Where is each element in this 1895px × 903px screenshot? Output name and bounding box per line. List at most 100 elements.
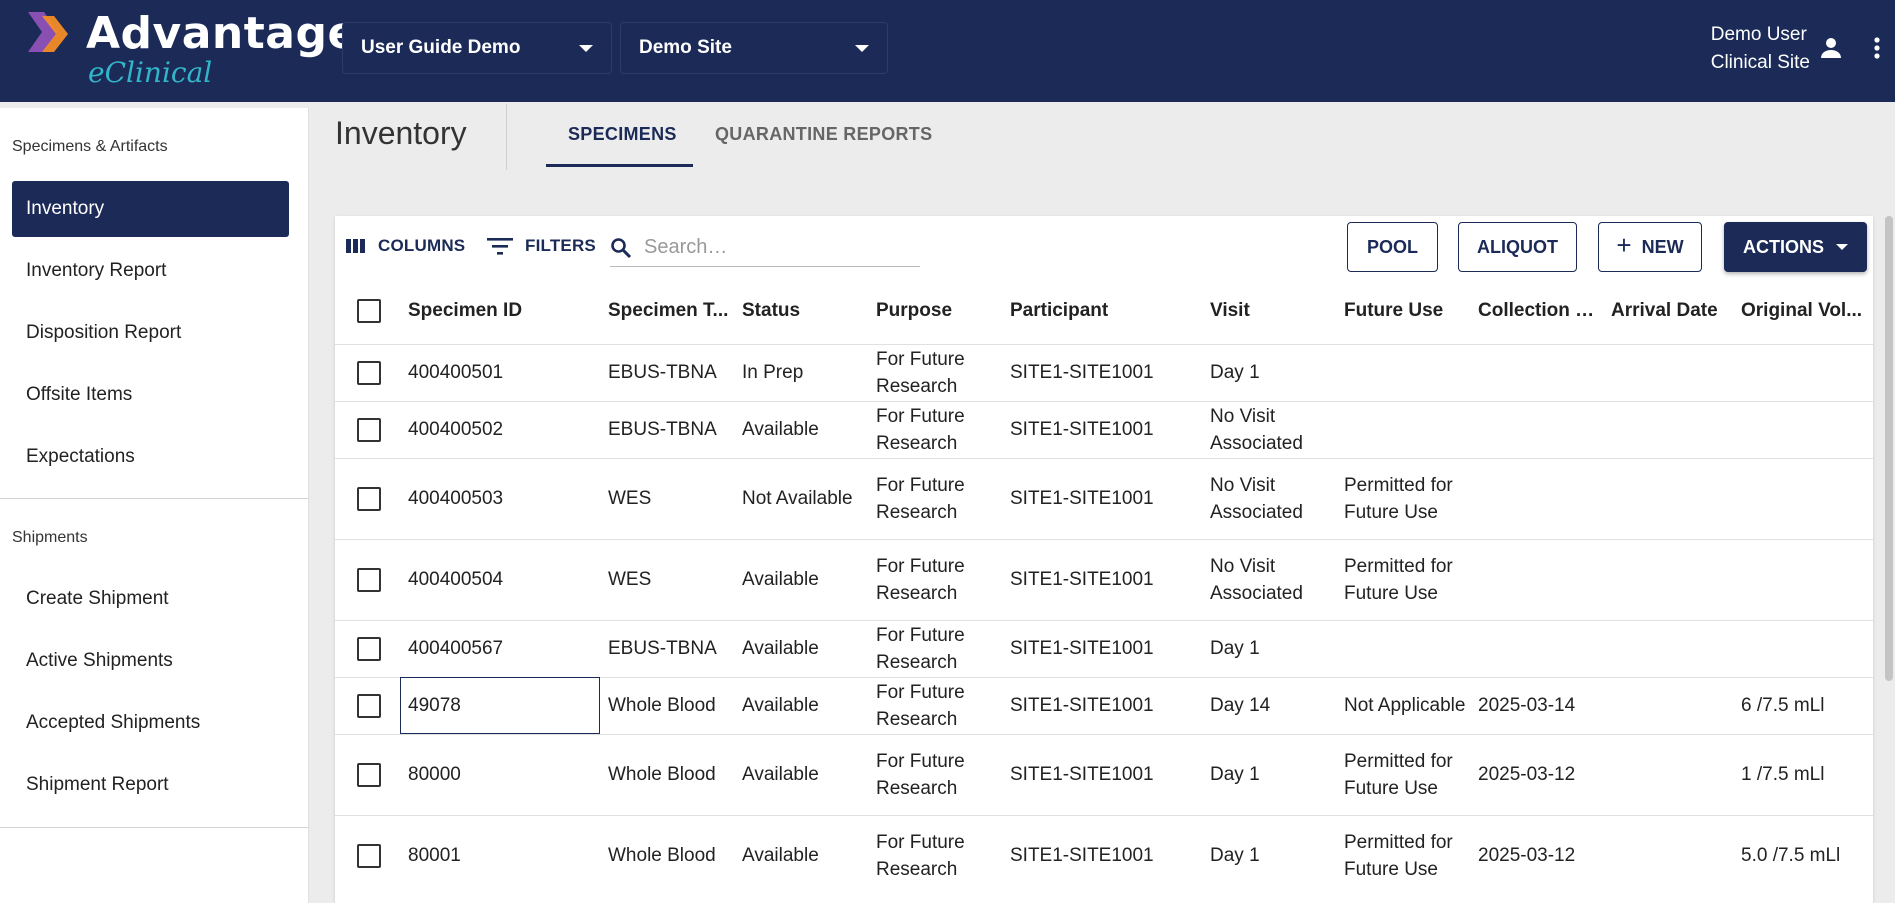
cell-specimen-id[interactable]: 80001 bbox=[400, 815, 600, 896]
sidebar-item-disposition-report[interactable]: Disposition Report bbox=[12, 305, 289, 361]
cell-status[interactable]: Available bbox=[734, 815, 868, 896]
cell-original-volume[interactable] bbox=[1733, 458, 1873, 539]
cell-specimen-type[interactable]: EBUS-TBNA bbox=[600, 401, 734, 458]
table-row[interactable]: 400400501 EBUS-TBNA In Prep For Future Rese… bbox=[335, 344, 1873, 401]
cell-collection-date[interactable] bbox=[1470, 458, 1603, 539]
kebab-menu-icon[interactable] bbox=[1873, 36, 1881, 60]
cell-arrival-date[interactable] bbox=[1603, 458, 1733, 539]
cell-specimen-id[interactable]: 400400502 bbox=[400, 401, 600, 458]
app-logo[interactable]: Advantage eClinical bbox=[28, 8, 357, 90]
cell-specimen-id[interactable]: 80000 bbox=[400, 734, 600, 815]
cell-participant[interactable]: SITE1-SITE1001 bbox=[1002, 344, 1202, 401]
cell-future-use[interactable]: Permitted for Future Use bbox=[1336, 815, 1470, 896]
search-field[interactable] bbox=[610, 229, 920, 267]
cell-arrival-date[interactable] bbox=[1603, 539, 1733, 620]
cell-visit[interactable]: Day 1 bbox=[1202, 620, 1336, 677]
study-select[interactable]: User Guide Demo bbox=[342, 22, 612, 74]
cell-visit[interactable]: No Visit Associated bbox=[1202, 539, 1336, 620]
cell-visit[interactable]: No Visit Associated bbox=[1202, 401, 1336, 458]
cell-status[interactable]: Available bbox=[734, 677, 868, 734]
cell-collection-date[interactable] bbox=[1470, 401, 1603, 458]
cell-participant[interactable]: SITE1-SITE1001 bbox=[1002, 677, 1202, 734]
cell-original-volume[interactable] bbox=[1733, 620, 1873, 677]
cell-visit[interactable]: Day 1 bbox=[1202, 344, 1336, 401]
filters-button[interactable]: FILTERS bbox=[487, 236, 596, 256]
tab-specimens[interactable]: SPECIMENS bbox=[568, 124, 677, 145]
pool-button[interactable]: POOL bbox=[1347, 222, 1438, 272]
cell-specimen-type[interactable]: Whole Blood bbox=[600, 734, 734, 815]
cell-specimen-id[interactable]: 400400504 bbox=[400, 539, 600, 620]
user-icon[interactable] bbox=[1819, 36, 1843, 60]
cell-visit[interactable]: Day 1 bbox=[1202, 734, 1336, 815]
sidebar-item-inventory-report[interactable]: Inventory Report bbox=[12, 243, 289, 299]
cell-original-volume[interactable]: 5.0 /7.5 mLl bbox=[1733, 815, 1873, 896]
cell-status[interactable]: Available bbox=[734, 620, 868, 677]
site-select[interactable]: Demo Site bbox=[620, 22, 888, 74]
column-header-specimen-id[interactable]: Specimen ID bbox=[400, 278, 600, 344]
sidebar-item-shipment-report[interactable]: Shipment Report bbox=[12, 757, 289, 813]
cell-specimen-type[interactable]: EBUS-TBNA bbox=[600, 344, 734, 401]
cell-future-use[interactable]: Permitted for Future Use bbox=[1336, 539, 1470, 620]
aliquot-button[interactable]: ALIQUOT bbox=[1458, 222, 1577, 272]
column-header-specimen-type[interactable]: Specimen T... bbox=[600, 278, 734, 344]
cell-future-use[interactable] bbox=[1336, 344, 1470, 401]
cell-participant[interactable]: SITE1-SITE1001 bbox=[1002, 620, 1202, 677]
table-row[interactable]: 80001 Whole Blood Available For Future Rese… bbox=[335, 815, 1873, 896]
row-checkbox[interactable] bbox=[357, 567, 381, 592]
new-button[interactable]: + NEW bbox=[1598, 222, 1702, 272]
cell-purpose[interactable]: For Future Research bbox=[868, 458, 1002, 539]
row-checkbox[interactable] bbox=[357, 417, 381, 442]
row-checkbox[interactable] bbox=[357, 360, 381, 385]
cell-specimen-type[interactable]: WES bbox=[600, 458, 734, 539]
cell-specimen-id[interactable]: 400400567 bbox=[400, 620, 600, 677]
cell-original-volume[interactable]: 6 /7.5 mLl bbox=[1733, 677, 1873, 734]
cell-collection-date[interactable]: 2025-03-12 bbox=[1470, 815, 1603, 896]
cell-arrival-date[interactable] bbox=[1603, 815, 1733, 896]
cell-arrival-date[interactable] bbox=[1603, 344, 1733, 401]
cell-specimen-id[interactable]: 49078 bbox=[400, 677, 600, 734]
row-checkbox[interactable] bbox=[357, 762, 381, 787]
row-checkbox[interactable] bbox=[357, 844, 381, 869]
vertical-scrollbar[interactable] bbox=[1885, 216, 1893, 681]
row-checkbox[interactable] bbox=[357, 636, 381, 661]
cell-purpose[interactable]: For Future Research bbox=[868, 401, 1002, 458]
cell-future-use[interactable]: Permitted for Future Use bbox=[1336, 458, 1470, 539]
columns-button[interactable]: COLUMNS bbox=[346, 236, 465, 256]
sidebar-item-expectations[interactable]: Expectations bbox=[12, 429, 289, 485]
cell-arrival-date[interactable] bbox=[1603, 734, 1733, 815]
cell-status[interactable]: Available bbox=[734, 539, 868, 620]
sidebar-item-active-shipments[interactable]: Active Shipments bbox=[12, 633, 289, 689]
column-header-purpose[interactable]: Purpose bbox=[868, 278, 1002, 344]
cell-status[interactable]: Not Available bbox=[734, 458, 868, 539]
sidebar-item-inventory[interactable]: Inventory bbox=[12, 181, 289, 237]
cell-original-volume[interactable] bbox=[1733, 344, 1873, 401]
cell-future-use[interactable]: Permitted for Future Use bbox=[1336, 734, 1470, 815]
cell-visit[interactable]: Day 14 bbox=[1202, 677, 1336, 734]
cell-future-use[interactable] bbox=[1336, 620, 1470, 677]
cell-collection-date[interactable] bbox=[1470, 344, 1603, 401]
cell-original-volume[interactable] bbox=[1733, 539, 1873, 620]
table-row[interactable]: 400400503 WES Not Available For Future Rese… bbox=[335, 458, 1873, 539]
row-checkbox[interactable] bbox=[357, 486, 381, 511]
column-header-status[interactable]: Status bbox=[734, 278, 868, 344]
table-row[interactable]: 400400567 EBUS-TBNA Available For Future Re… bbox=[335, 620, 1873, 677]
cell-specimen-type[interactable]: Whole Blood bbox=[600, 677, 734, 734]
cell-collection-date[interactable]: 2025-03-12 bbox=[1470, 734, 1603, 815]
sidebar-item-offsite-items[interactable]: Offsite Items bbox=[12, 367, 289, 423]
cell-purpose[interactable]: For Future Research bbox=[868, 539, 1002, 620]
cell-specimen-id[interactable]: 400400503 bbox=[400, 458, 600, 539]
cell-status[interactable]: Available bbox=[734, 734, 868, 815]
cell-participant[interactable]: SITE1-SITE1001 bbox=[1002, 815, 1202, 896]
column-header-visit[interactable]: Visit bbox=[1202, 278, 1336, 344]
table-row[interactable]: 400400504 WES Available For Future Research… bbox=[335, 539, 1873, 620]
cell-original-volume[interactable]: 1 /7.5 mLl bbox=[1733, 734, 1873, 815]
cell-visit[interactable]: No Visit Associated bbox=[1202, 458, 1336, 539]
table-row[interactable]: 49078 Whole Blood Available For Future Rese… bbox=[335, 677, 1873, 734]
cell-arrival-date[interactable] bbox=[1603, 401, 1733, 458]
cell-original-volume[interactable] bbox=[1733, 401, 1873, 458]
table-row[interactable]: 400400502 EBUS-TBNA Available For Future Re… bbox=[335, 401, 1873, 458]
select-all-checkbox[interactable] bbox=[357, 298, 381, 323]
cell-future-use[interactable] bbox=[1336, 401, 1470, 458]
cell-specimen-id[interactable]: 400400501 bbox=[400, 344, 600, 401]
cell-collection-date[interactable] bbox=[1470, 539, 1603, 620]
